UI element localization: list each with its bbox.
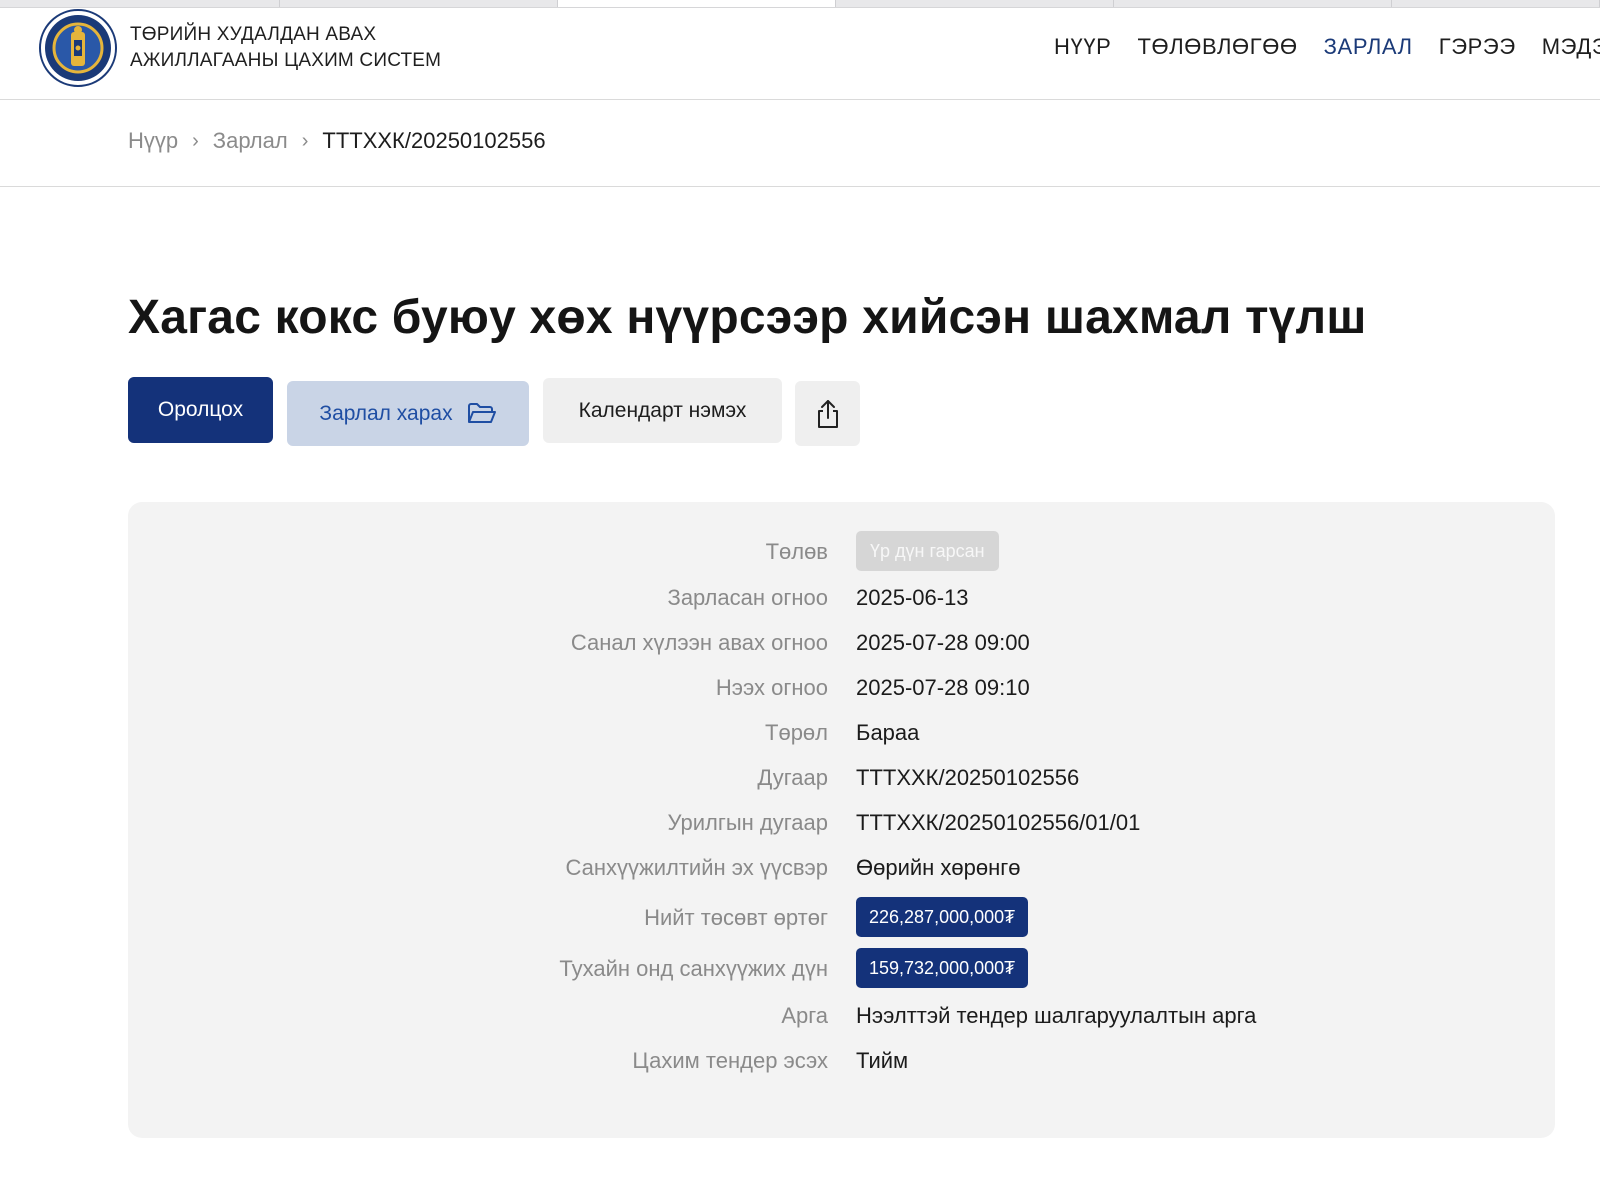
deadline-value: 2025-07-28 09:00 <box>856 630 1030 655</box>
opening-value: 2025-07-28 09:10 <box>856 675 1030 700</box>
add-calendar-button[interactable]: Календарт нэмэх <box>543 378 782 443</box>
budget-badge: 226,287,000,000₮ <box>856 897 1029 937</box>
tab-segment[interactable] <box>1392 0 1600 7</box>
detail-row-opening: Нээх огноо 2025-07-28 09:10 <box>128 667 1555 707</box>
chevron-right-icon: › <box>192 129 199 152</box>
invitation-label: Урилгын дугаар <box>667 810 828 835</box>
government-emblem-icon[interactable] <box>38 8 118 88</box>
site-header: ТӨРИЙН ХУДАЛДАН АВАХ АЖИЛЛАГААНЫ ЦАХИМ С… <box>0 8 1600 100</box>
notice-details-panel: Төлөв Үр дүн гарсан Зарласан огноо 2025-… <box>128 502 1555 1138</box>
detail-row-number: Дугаар ТТТХХК/20250102556 <box>128 757 1555 797</box>
etender-value: Тийм <box>856 1048 909 1073</box>
announced-value: 2025-06-13 <box>856 585 969 610</box>
detail-row-yearly: Тухайн онд санхүүжих дүн 159,732,000,000… <box>128 948 1555 988</box>
breadcrumb-notices[interactable]: Зарлал <box>213 128 288 154</box>
nav-contracts[interactable]: ГЭРЭЭ <box>1439 34 1516 60</box>
invitation-value: ТТТХХК/20250102556/01/01 <box>856 810 1141 835</box>
view-notice-button[interactable]: Зарлал харах <box>287 381 529 446</box>
share-icon <box>817 399 838 428</box>
divider <box>0 186 1600 187</box>
chevron-right-icon: › <box>301 129 309 152</box>
share-button[interactable] <box>795 381 860 446</box>
funding-value: Өөрийн хөрөнгө <box>856 855 1021 880</box>
nav-notices[interactable]: ЗАРЛАЛ <box>1324 34 1413 60</box>
folder-open-icon <box>467 402 496 423</box>
nav-plan[interactable]: ТӨЛӨВЛӨГӨӨ <box>1137 34 1297 60</box>
detail-row-status: Төлөв Үр дүн гарсан <box>128 531 1555 571</box>
detail-row-type: Төрөл Бараа <box>128 712 1555 752</box>
detail-row-budget: Нийт төсөвт өртөг 226,287,000,000₮ <box>128 897 1555 937</box>
type-value: Бараа <box>856 720 920 745</box>
view-notice-label: Зарлал харах <box>319 401 453 425</box>
tab-segment[interactable] <box>836 0 1114 7</box>
announced-label: Зарласан огноо <box>667 585 828 610</box>
yearly-label: Тухайн онд санхүүжих дүн <box>559 956 828 981</box>
participate-button[interactable]: Оролцох <box>128 377 273 443</box>
nav-info[interactable]: МЭДЭ <box>1542 34 1600 60</box>
opening-label: Нээх огноо <box>715 675 828 700</box>
detail-row-deadline: Санал хүлээн авах огноо 2025-07-28 09:00 <box>128 622 1555 662</box>
method-value: Нээлттэй тендер шалгаруулалтын арга <box>856 1003 1257 1028</box>
breadcrumb-current: ТТТХХК/20250102556 <box>322 128 546 153</box>
etender-label: Цахим тендер эсэх <box>632 1048 828 1073</box>
number-value: ТТТХХК/20250102556 <box>856 765 1080 790</box>
site-brand[interactable]: ТӨРИЙН ХУДАЛДАН АВАХ АЖИЛЛАГААНЫ ЦАХИМ С… <box>130 22 441 74</box>
add-calendar-label: Календарт нэмэх <box>578 398 747 422</box>
method-label: Арга <box>781 1003 828 1028</box>
main-nav: НҮҮР ТӨЛӨВЛӨГӨӨ ЗАРЛАЛ ГЭРЭЭ МЭДЭ <box>1054 34 1600 60</box>
page-title: Хагас кокс буюу хөх нүүрсээр хийсэн шахм… <box>128 291 1367 344</box>
breadcrumb: Нүүр › Зарлал › ТТТХХК/20250102556 <box>128 128 546 154</box>
detail-row-method: Арга Нээлттэй тендер шалгаруулалтын арга <box>128 995 1555 1035</box>
type-label: Төрөл <box>765 720 828 745</box>
budget-label: Нийт төсөвт өртөг <box>644 905 828 930</box>
breadcrumb-home[interactable]: Нүүр <box>128 128 178 154</box>
detail-row-etender: Цахим тендер эсэх Тийм <box>128 1040 1555 1080</box>
deadline-label: Санал хүлээн авах огноо <box>570 630 828 655</box>
brand-line-1: ТӨРИЙН ХУДАЛДАН АВАХ <box>130 24 377 45</box>
status-label: Төлөв <box>765 539 828 564</box>
funding-label: Санхүүжилтийн эх үүсвэр <box>565 855 828 880</box>
tab-segment[interactable] <box>0 0 280 7</box>
detail-row-funding: Санхүүжилтийн эх үүсвэр Өөрийн хөрөнгө <box>128 847 1555 887</box>
browser-tab-strip <box>0 0 1600 8</box>
yearly-badge: 159,732,000,000₮ <box>856 948 1029 988</box>
brand-line-2: АЖИЛЛАГААНЫ ЦАХИМ СИСТЕМ <box>130 50 442 71</box>
tab-segment[interactable] <box>1114 0 1392 7</box>
tab-segment[interactable] <box>280 0 558 7</box>
detail-row-announced: Зарласан огноо 2025-06-13 <box>128 577 1555 617</box>
participate-label: Оролцох <box>157 398 244 421</box>
detail-row-invitation: Урилгын дугаар ТТТХХК/20250102556/01/01 <box>128 802 1555 842</box>
tab-segment-active[interactable] <box>558 0 836 7</box>
number-label: Дугаар <box>757 765 828 790</box>
status-badge: Үр дүн гарсан <box>856 531 999 571</box>
nav-home[interactable]: НҮҮР <box>1054 34 1111 60</box>
